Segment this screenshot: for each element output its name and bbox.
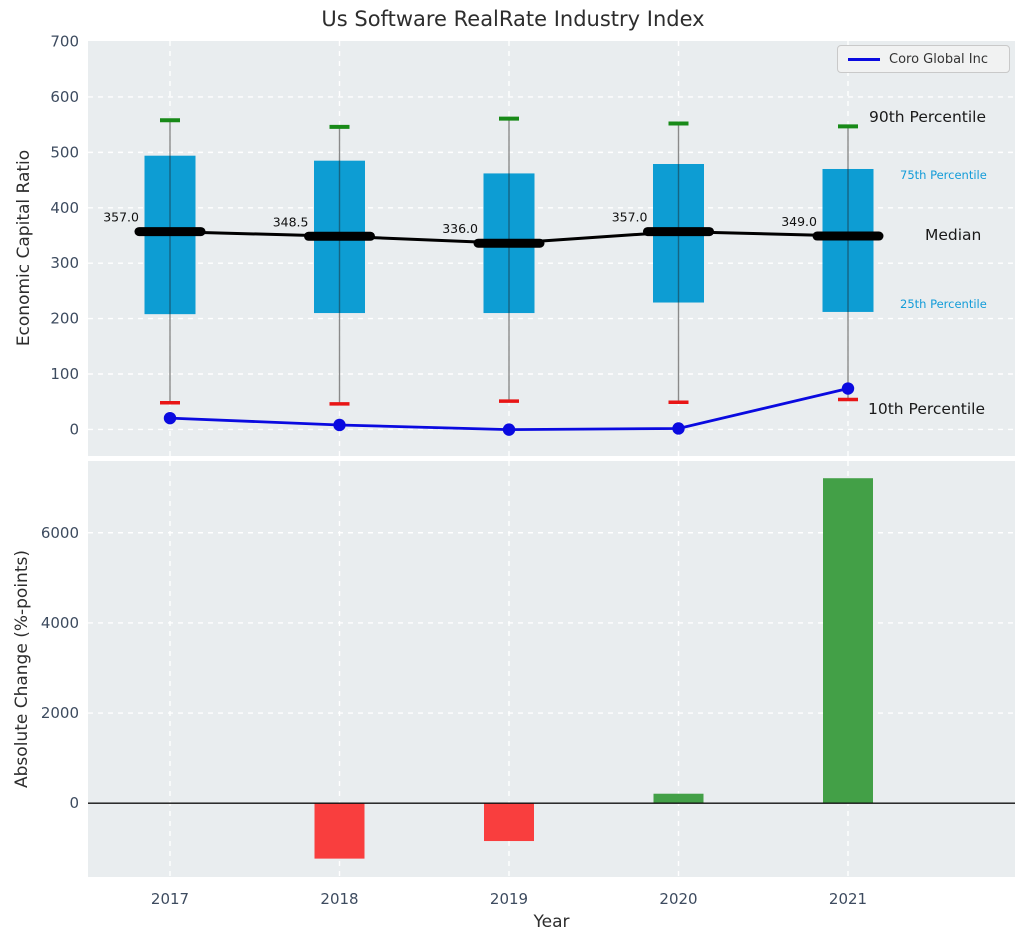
- y-tick-top-200: 200: [50, 310, 79, 328]
- median-value-label-2017: 357.0: [103, 210, 139, 225]
- median-value-label-2020: 357.0: [612, 210, 648, 225]
- y-tick-top-500: 500: [50, 143, 79, 161]
- x-tick-2017: 2017: [151, 890, 189, 908]
- bar-2021: [823, 478, 873, 804]
- y-tick-bottom-6000: 6000: [41, 524, 79, 542]
- median-value-label-2018: 348.5: [273, 214, 309, 229]
- x-tick-2020: 2020: [659, 890, 697, 908]
- x-tick-2019: 2019: [490, 890, 528, 908]
- bottom-y-axis-label: Absolute Change (%-points): [12, 550, 32, 788]
- coro-global-point-2018: [333, 418, 346, 432]
- coro-global-point-2020: [672, 422, 685, 435]
- median-value-label-2019: 336.0: [442, 221, 478, 236]
- top-y-axis-label: Economic Capital Ratio: [14, 149, 34, 347]
- annotation-90th-percentile: 90th Percentile: [869, 108, 987, 126]
- coro-global-point-2019: [502, 423, 516, 436]
- y-tick-top-400: 400: [50, 199, 79, 217]
- y-tick-bottom-4000: 4000: [41, 614, 79, 632]
- median-value-label-2021: 349.0: [781, 214, 817, 229]
- annotation-25th-percentile: 25th Percentile: [900, 297, 987, 311]
- legend-line-swatch: [848, 57, 880, 61]
- annotation-75th-percentile: 75th Percentile: [900, 168, 987, 182]
- y-tick-bottom-2000: 2000: [41, 704, 79, 722]
- chart-canvas: 357.0 348.5 336.0 357.0 349.0 0 100 200 300 400 50…: [41, 33, 1015, 908]
- bar-2018: [314, 803, 365, 859]
- coro-global-point-2021: [841, 382, 855, 395]
- legend: Coro Global Inc: [837, 45, 1010, 73]
- coro-global-point-2017: [163, 411, 177, 425]
- bottom-panel-bg: [88, 461, 1015, 877]
- annotation-10th-percentile: 10th Percentile: [868, 400, 986, 418]
- y-tick-top-600: 600: [50, 88, 79, 106]
- x-axis-label: Year: [533, 912, 570, 932]
- y-tick-top-0: 0: [69, 420, 79, 438]
- annotation-median: Median: [925, 226, 982, 244]
- y-tick-top-300: 300: [50, 254, 79, 272]
- y-tick-top-100: 100: [50, 365, 79, 383]
- x-tick-2018: 2018: [320, 890, 358, 908]
- bar-2020: [653, 793, 704, 804]
- legend-label: Coro Global Inc: [889, 51, 988, 67]
- chart-title: Us Software RealRate Industry Index: [321, 7, 705, 31]
- top-panel-bg: [88, 41, 1015, 456]
- y-tick-top-700: 700: [50, 33, 79, 51]
- x-tick-2021: 2021: [829, 890, 867, 908]
- y-tick-bottom-0: 0: [69, 794, 79, 812]
- bar-2019: [484, 803, 534, 842]
- figure: Us Software RealRate Industry Index 357.…: [0, 0, 1026, 942]
